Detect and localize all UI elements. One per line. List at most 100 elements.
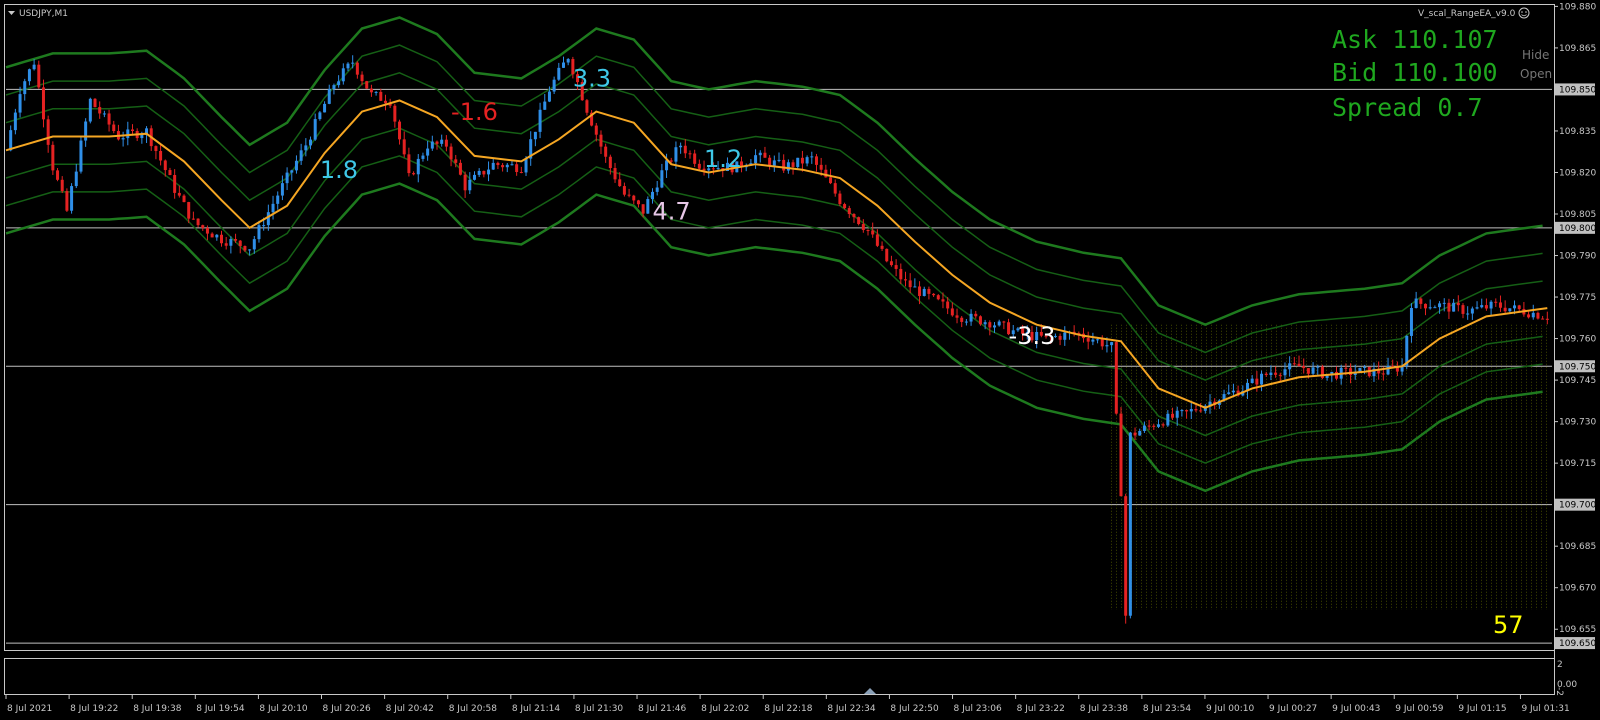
candle-body: [819, 164, 823, 170]
collapse-triangle-icon[interactable]: [8, 11, 15, 15]
time-tick-label: 8 Jul 22:18: [764, 704, 813, 714]
candle-body: [974, 313, 978, 317]
candle-body: [908, 280, 912, 288]
price-axis: 109.880 109.865 109.850 109.835 109.820 109.8…: [1554, 2, 1596, 650]
trade-profit-label: 3.3: [573, 65, 611, 93]
candle-body: [903, 279, 907, 281]
candle-body: [1381, 373, 1385, 375]
candle-body: [201, 225, 205, 228]
candle-body: [1142, 425, 1146, 431]
trade-profit-label: -1.6: [451, 98, 498, 126]
candle-body: [477, 170, 481, 175]
candle-body: [41, 87, 45, 120]
smiley-icon[interactable]: [1518, 7, 1530, 19]
candle-body: [1433, 307, 1437, 309]
candle-body: [857, 217, 861, 225]
candle-body: [1428, 307, 1432, 309]
candle-body: [932, 293, 936, 296]
candle-body: [538, 109, 542, 132]
candle-body: [1058, 335, 1062, 340]
candle-body: [800, 157, 804, 164]
candle-body: [1484, 305, 1488, 309]
candle-body: [1438, 303, 1442, 308]
candle-body: [585, 100, 589, 113]
candle-body: [515, 164, 519, 173]
candle-body: [337, 81, 341, 86]
time-tick-label: 9 Jul 00:59: [1395, 704, 1444, 714]
candle-body: [1498, 302, 1502, 308]
candle-body: [618, 179, 622, 187]
price-level-label: 109.700: [1559, 501, 1596, 511]
trade-profit-label: 1.8: [320, 156, 358, 184]
candle-body: [262, 225, 266, 227]
candle-body: [1494, 301, 1498, 303]
candle-body: [547, 91, 551, 102]
horizontal-levels: [6, 88, 1552, 644]
candle-body: [1086, 338, 1090, 342]
candle-body: [1185, 410, 1189, 412]
time-tick-label: 8 Jul 19:22: [70, 704, 118, 714]
time-tick-label: 8 Jul 23:06: [954, 704, 1003, 714]
candle-body: [79, 140, 83, 172]
candle-body: [1503, 307, 1507, 312]
candle-body: [1409, 307, 1413, 336]
candle-body: [1147, 425, 1151, 427]
candle-body: [1171, 413, 1175, 418]
candle-body: [18, 94, 22, 113]
candle-body: [285, 172, 289, 184]
price-tick-label: 109.775: [1559, 293, 1596, 303]
price-level-label: 109.650: [1559, 639, 1596, 649]
candle-body: [220, 234, 224, 244]
candle-body: [1133, 432, 1137, 436]
candle-body: [843, 204, 847, 209]
candle-body: [1269, 372, 1273, 376]
candle-body: [1114, 342, 1118, 414]
candle-body: [1466, 313, 1470, 315]
hide-button[interactable]: Hide: [1522, 48, 1549, 62]
price-tick-label: 109.655: [1559, 625, 1596, 635]
candle-body: [215, 234, 219, 238]
candle-body: [60, 179, 64, 192]
candle-body: [501, 165, 505, 168]
price-tick-label: 109.790: [1559, 252, 1596, 262]
candle-body: [627, 194, 631, 196]
symbol-title: USDJPY,M1: [19, 9, 68, 19]
candle-body: [74, 171, 78, 187]
candle-body: [679, 145, 683, 148]
candle-body: [1297, 363, 1301, 367]
price-level-label: 109.800: [1559, 224, 1596, 234]
candle-body: [632, 195, 636, 201]
candle-body: [543, 101, 547, 110]
candle-body: [23, 81, 27, 95]
candle-body: [1156, 424, 1160, 427]
candle-body: [866, 230, 870, 232]
candle-body: [1419, 298, 1423, 304]
candle-body: [234, 239, 238, 241]
candle-body: [913, 286, 917, 288]
candle-body: [102, 113, 106, 115]
candle-body: [1194, 409, 1198, 411]
smiley-eye-icon: [1521, 11, 1523, 13]
time-tick-label: 8 Jul 22:34: [827, 704, 876, 714]
candle-body: [1105, 345, 1109, 347]
candle-body: [552, 79, 556, 92]
candle-body: [191, 218, 195, 220]
candle-body: [1424, 303, 1428, 309]
candle-body: [1189, 409, 1193, 412]
candle-body: [1288, 363, 1292, 370]
time-tick-label: 8 Jul 19:38: [133, 704, 182, 714]
time-tick-label: 8 Jul 21:14: [512, 704, 561, 714]
scroll-marker-icon[interactable]: [864, 688, 876, 694]
chart-canvas[interactable]: 1.8-1.63.34.71.2-3.3 109.880109.865109.8…: [0, 0, 1600, 720]
candle-body: [922, 288, 926, 296]
candle-body: [1128, 432, 1132, 616]
candle-body: [130, 129, 134, 131]
candle-body: [524, 158, 528, 173]
candle-body: [997, 321, 1001, 326]
candle-body: [786, 162, 790, 171]
candle-body: [421, 155, 425, 159]
open-button[interactable]: Open: [1520, 67, 1552, 81]
price-tick-label: 109.865: [1559, 44, 1596, 54]
candle-body: [1513, 305, 1517, 309]
time-tick-label: 9 Jul 00:10: [1206, 704, 1255, 714]
